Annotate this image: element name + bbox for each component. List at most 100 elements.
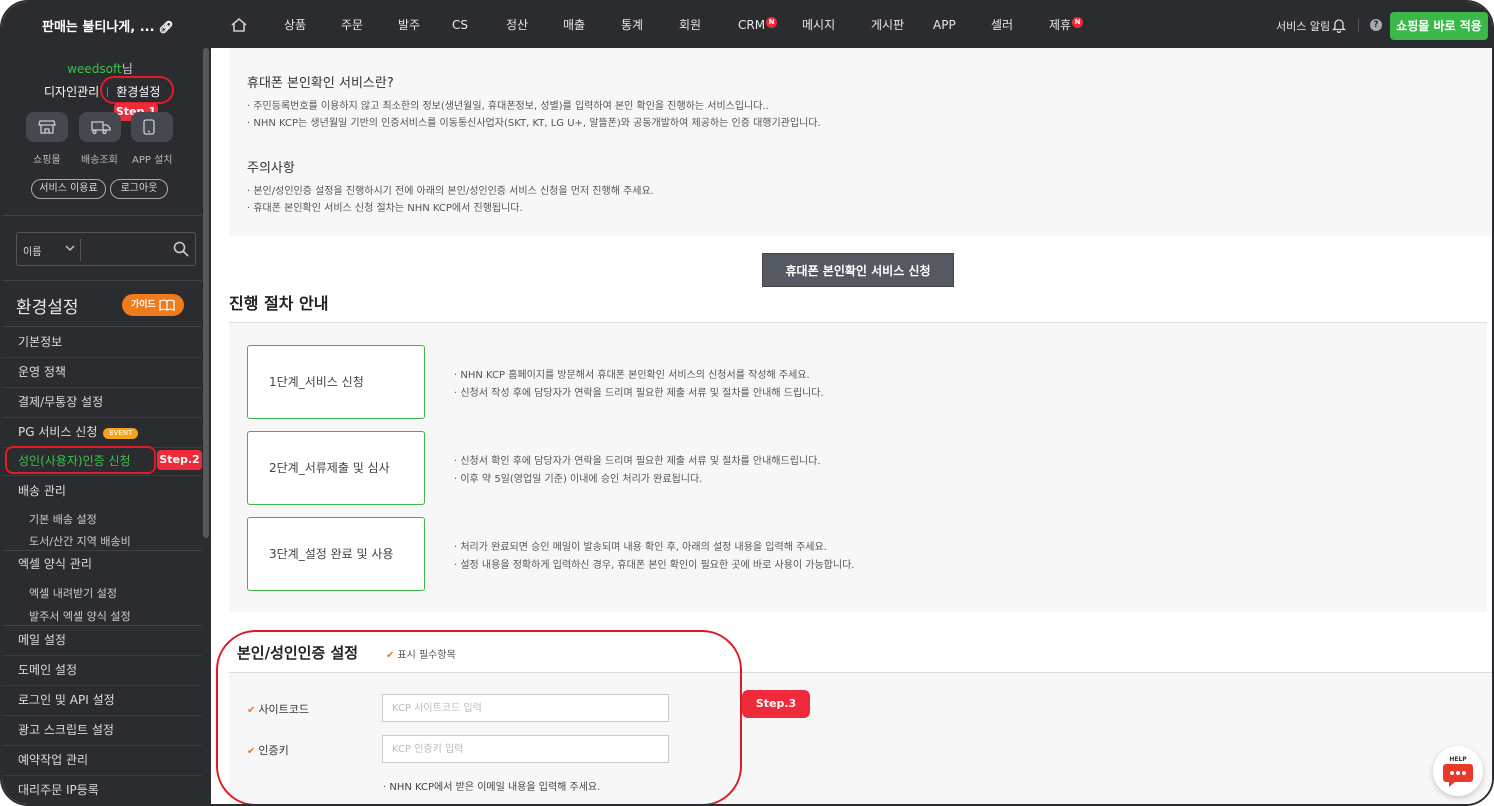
nav-item-2[interactable]: 발주 (398, 2, 420, 48)
process-step-2-desc: · 이후 약 5일(영업일 기준) 이내에 승인 처리가 완료됩니다. (454, 474, 703, 485)
menu-payment-settings[interactable]: 결제/무통장 설정 (2, 388, 202, 418)
brand-text: 판매는 불티나게, ... (42, 20, 155, 35)
nav-item-8[interactable]: CRM N (738, 2, 778, 48)
service-fee-button[interactable]: 서비스 이용료 (31, 179, 106, 199)
menu-excel-format[interactable]: 엑셀 양식 관리 (2, 552, 202, 578)
menu-pg-service[interactable]: PG 서비스 신청 EVENT (2, 418, 202, 448)
search-type-select[interactable]: 이름 (23, 243, 41, 258)
step3-tag: Step.3 (742, 690, 810, 718)
caution-line: · 본인/성인인증 설정을 진행하시기 전에 아래의 본인/성인인증 서비스 신… (247, 186, 654, 197)
step1-highlight (100, 76, 174, 104)
user-id: weedsoft (67, 62, 122, 76)
nav-item-1[interactable]: 주문 (341, 2, 363, 48)
caution-line: · 휴대폰 본인확인 서비스 신청 절차는 NHN KCP에서 진행됩니다. (247, 203, 523, 214)
section-title: 환경설정 (16, 298, 79, 318)
logout-button[interactable]: 로그아웃 (110, 179, 168, 199)
user-greeting: weedsoft님 (2, 60, 198, 77)
apply-to-shop-button[interactable]: 쇼핑몰 바로 적용 (1390, 12, 1488, 40)
divider (2, 215, 202, 216)
menu-delivery-island[interactable]: 도서/산간 지역 배송비 (29, 533, 131, 549)
guide-button[interactable]: 가이드 (122, 294, 184, 316)
menu-reservation[interactable]: 예약작업 관리 (2, 746, 202, 776)
menu-proxy-ip[interactable]: 대리주문 IP등록 (2, 776, 202, 804)
nav-item-label: CS (452, 18, 468, 32)
process-step-1-desc: · 신청서 작성 후에 담당자가 연락을 드리며 필요한 제출 서류 및 절차를… (454, 388, 824, 399)
menu-operation-policy[interactable]: 운영 정책 (2, 358, 202, 388)
menu-excel-download[interactable]: 엑셀 내려받기 설정 (29, 585, 117, 601)
sidebar-search: 이름 (16, 232, 196, 266)
info-panel: 휴대폰 본인확인 서비스란? · 주민등록번호를 이용하지 않고 최소한의 정보… (229, 48, 1492, 236)
nav-item-4[interactable]: 정산 (506, 2, 528, 48)
process-step-3-desc: · 처리가 완료되면 승인 메일이 발송되며 내용 확인 후, 아래의 설정 내… (454, 542, 827, 553)
chevron-down-icon[interactable] (65, 243, 75, 253)
process-panel: 1단계_서비스 신청 · NHN KCP 홈페이지를 방문해서 휴대폰 본인확인… (229, 322, 1487, 612)
bell-icon[interactable] (1332, 17, 1346, 33)
menu-mail-settings[interactable]: 메일 설정 (2, 626, 202, 656)
nav-item-3[interactable]: CS (452, 2, 468, 48)
divider (2, 550, 202, 551)
info-title: 휴대폰 본인확인 서비스란? (247, 76, 394, 91)
process-step-1: 1단계_서비스 신청 (247, 345, 425, 419)
process-step-3-desc: · 설정 내용을 정확하게 입력하신 경우, 휴대폰 본인 확인이 필요한 곳에… (454, 560, 855, 571)
link-icon: 🔗︎ (158, 20, 174, 34)
menu-delivery[interactable]: 배송 관리 (2, 478, 202, 506)
guide-label: 가이드 (131, 300, 156, 310)
nav-item-12[interactable]: 셀러 (991, 2, 1013, 48)
step2-tag: Step.2 (157, 450, 202, 470)
phone-icon (143, 119, 155, 135)
nav-item-label: 주문 (341, 18, 364, 32)
menu-basic-info[interactable]: 기본정보 (2, 328, 202, 358)
help-chat-button[interactable]: HELP (1433, 746, 1483, 796)
brand-title[interactable]: 판매는 불티나게, ... 🔗︎ (42, 16, 174, 35)
nav-item-label: 게시판 (871, 18, 905, 32)
event-badge: EVENT (103, 428, 139, 439)
menu-pg-label: PG 서비스 신청 (18, 425, 98, 439)
search-input[interactable] (85, 237, 173, 263)
process-step-3: 3단계_설정 완료 및 사용 (247, 517, 425, 591)
nav-item-5[interactable]: 매출 (563, 2, 585, 48)
nav-item-13[interactable]: 제휴 N (1049, 2, 1084, 48)
divider (2, 280, 202, 281)
book-icon (159, 299, 175, 311)
step2-highlight (5, 446, 156, 474)
nav-item-label: 회원 (679, 18, 702, 32)
quick-shop-button[interactable] (26, 112, 68, 142)
quick-app-button[interactable] (131, 112, 173, 142)
nav-item-9[interactable]: 메시지 (802, 2, 835, 48)
quick-shop-label: 쇼핑몰 (33, 155, 61, 166)
nav-item-0[interactable]: 상품 (284, 2, 306, 48)
menu-login-api[interactable]: 로그인 및 API 설정 (2, 686, 202, 716)
nav-item-label: 매출 (563, 18, 586, 32)
info-line: · 주민등록번호를 이용하지 않고 최소한의 정보(생년월일, 휴대폰정보, 성… (247, 101, 769, 112)
sidebar: weedsoft님 디자인관리환경설정 Step.1 쇼핑몰 배송조회 APP … (2, 48, 211, 804)
help-question-icon[interactable]: ? (1370, 19, 1382, 31)
service-alarm-link[interactable]: 서비스 알림 (1276, 18, 1330, 34)
sidebar-scrollbar[interactable] (203, 48, 209, 538)
nav-item-7[interactable]: 회원 (679, 2, 701, 48)
nav-item-label: 상품 (284, 18, 307, 32)
divider (2, 326, 202, 327)
help-text: HELP (1449, 756, 1467, 763)
menu-delivery-basic[interactable]: 기본 배송 설정 (29, 511, 97, 527)
menu-ad-script[interactable]: 광고 스크립트 설정 (2, 716, 202, 746)
nav-item-10[interactable]: 게시판 (871, 2, 904, 48)
app-window: 판매는 불티나게, ... 🔗︎ 상품 주문 발주 CS 정산 매출 통계 회원 CRM N 메시지 게… (0, 0, 1494, 806)
process-step-2-desc: · 신청서 확인 후에 담당자가 연락을 드리며 필요한 제출 서류 및 절차를… (454, 456, 821, 467)
nav-item-label: 셀러 (991, 18, 1014, 32)
quick-delivery-button[interactable] (79, 112, 121, 142)
process-step-1-desc: · NHN KCP 홈페이지를 방문해서 휴대폰 본인확인 서비스의 신청서를 … (454, 370, 810, 381)
menu-excel-order[interactable]: 발주서 엑셀 양식 설정 (29, 608, 131, 624)
quick-app-label: APP 설치 (132, 155, 173, 166)
new-badge: N (766, 17, 778, 28)
step3-highlight (216, 630, 742, 804)
divider (80, 239, 81, 261)
menu-domain-settings[interactable]: 도메인 설정 (2, 656, 202, 686)
nav-item-label: 정산 (506, 18, 529, 32)
nav-item-label: APP (933, 18, 956, 32)
nav-item-11[interactable]: APP (933, 2, 956, 48)
apply-kcp-service-button[interactable]: 휴대폰 본인확인 서비스 신청 (762, 253, 954, 287)
search-icon[interactable] (173, 241, 189, 257)
home-icon[interactable] (230, 16, 248, 34)
nav-item-6[interactable]: 통계 (621, 2, 643, 48)
design-manage-link[interactable]: 디자인관리 (44, 85, 99, 99)
